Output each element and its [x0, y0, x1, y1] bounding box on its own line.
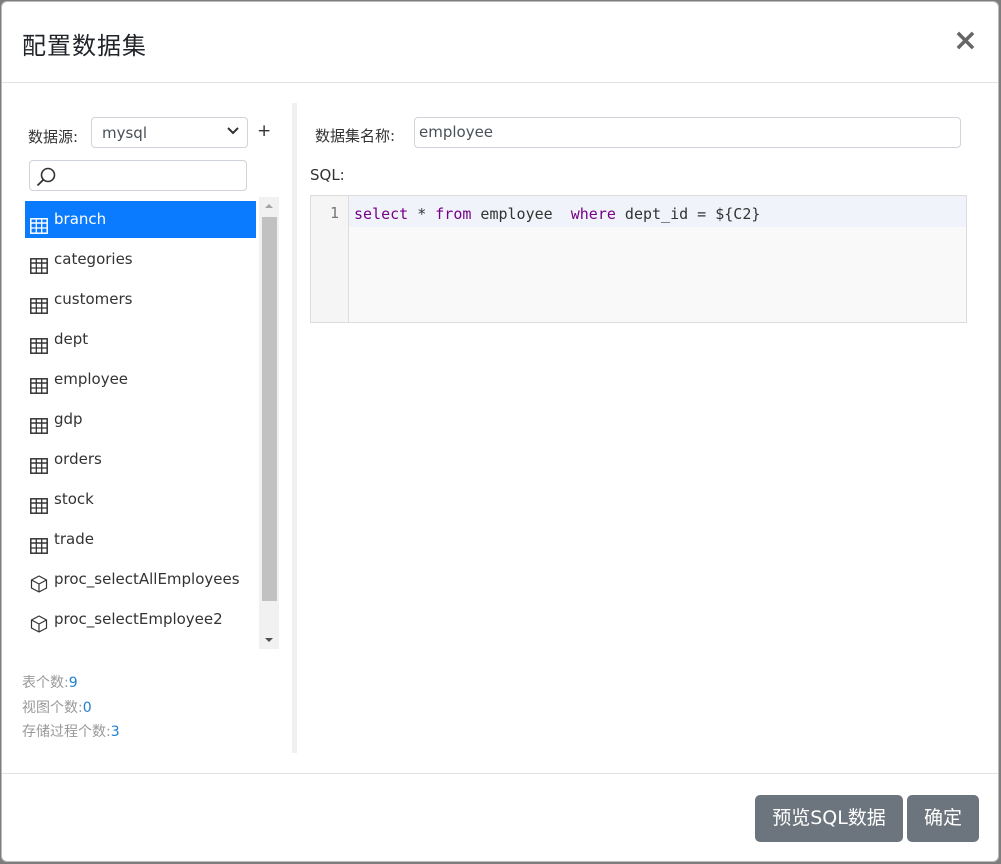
- configure-dataset-dialog: 配置数据集 × 数据源: mysql + branch categories cus…: [1, 1, 999, 862]
- search-icon: [36, 167, 56, 187]
- datasource-panel: 数据源: mysql + branch categories customers de…: [2, 83, 292, 773]
- datasource-select[interactable]: mysql: [91, 117, 248, 148]
- procedure-count-value: 3: [110, 724, 120, 740]
- sql-text: *: [408, 205, 436, 223]
- table-list-item[interactable]: branch: [25, 201, 256, 238]
- panel-divider[interactable]: [292, 103, 297, 753]
- table-icon: [30, 411, 48, 434]
- list-item-label: orders: [54, 450, 102, 468]
- list-item-label: trade: [54, 530, 94, 548]
- chevron-down-icon: [227, 127, 239, 135]
- table-list-item[interactable]: categories: [25, 241, 256, 278]
- procedure-count-row: 存储过程个数:3: [22, 720, 120, 745]
- preview-sql-data-button[interactable]: 预览SQL数据: [755, 795, 903, 842]
- datasource-selected-value: mysql: [102, 124, 147, 142]
- table-icon: [30, 211, 48, 234]
- table-list-item[interactable]: stock: [25, 481, 256, 518]
- scroll-up-arrow-icon[interactable]: [259, 197, 279, 215]
- add-datasource-button[interactable]: +: [257, 121, 271, 141]
- table-list: branch categories customers dept employee gdp…: [25, 201, 257, 649]
- list-item-label: gdp: [54, 410, 83, 428]
- sql-text: dept_id = ${C2}: [615, 205, 761, 223]
- table-list-item[interactable]: orders: [25, 441, 256, 478]
- list-item-label: employee: [54, 370, 129, 388]
- table-icon: [30, 331, 48, 354]
- dialog-footer: 预览SQL数据 确定: [2, 773, 998, 861]
- line-number: 1: [329, 204, 339, 222]
- table-list-item[interactable]: trade: [25, 521, 256, 558]
- datasource-label: 数据源:: [28, 128, 79, 146]
- dataset-name-label: 数据集名称:: [315, 127, 396, 145]
- table-icon: [30, 371, 48, 394]
- table-icon: [30, 251, 48, 274]
- dialog-header: 配置数据集 ×: [2, 2, 998, 83]
- sql-label: SQL:: [310, 166, 345, 184]
- list-item-label: proc_selectEmployee2: [54, 610, 223, 628]
- table-count-label: 表个数:: [22, 675, 69, 691]
- list-item-label: customers: [54, 290, 133, 308]
- table-count-value: 9: [68, 675, 78, 691]
- sql-keyword: select: [354, 205, 409, 223]
- cube-icon: [30, 570, 48, 593]
- sql-editor[interactable]: 1 select * from employee where dept_id =…: [310, 195, 967, 323]
- sql-keyword: where: [570, 205, 616, 223]
- sql-code-line[interactable]: select * from employee where dept_id = $…: [349, 196, 966, 227]
- list-item-label: branch: [54, 210, 107, 228]
- scroll-down-arrow-icon[interactable]: [259, 631, 279, 649]
- dataset-name-input[interactable]: employee: [414, 117, 961, 148]
- object-count-stats: 表个数:9 视图个数:0 存储过程个数:3: [22, 671, 120, 745]
- table-icon: [30, 451, 48, 474]
- line-number-gutter: 1: [311, 196, 349, 322]
- procedure-list-item[interactable]: proc_selectAllEmployees: [25, 561, 256, 598]
- table-count-row: 表个数:9: [22, 671, 120, 696]
- view-count-label: 视图个数:: [22, 699, 83, 716]
- scrollbar-thumb[interactable]: [262, 217, 277, 601]
- cube-icon: [30, 610, 48, 633]
- table-list-item[interactable]: gdp: [25, 401, 256, 438]
- view-count-row: 视图个数:0: [22, 696, 120, 721]
- table-icon: [30, 291, 48, 314]
- list-item-label: proc_selectAllEmployees: [54, 570, 240, 588]
- table-list-scrollbar[interactable]: [259, 197, 279, 649]
- table-icon: [30, 531, 48, 554]
- table-icon: [30, 491, 48, 514]
- close-icon[interactable]: ×: [953, 26, 978, 56]
- table-list-item[interactable]: customers: [25, 281, 256, 318]
- dataset-config-panel: 数据集名称: employee SQL: 1 select * from emp…: [302, 83, 982, 773]
- table-list-item[interactable]: employee: [25, 361, 256, 398]
- list-item-label: dept: [54, 330, 89, 348]
- list-item-label: categories: [54, 250, 133, 268]
- dialog-title: 配置数据集: [22, 32, 147, 60]
- sql-text: employee: [471, 205, 571, 223]
- table-search-input[interactable]: [29, 160, 247, 191]
- sql-keyword: from: [435, 205, 472, 223]
- confirm-button[interactable]: 确定: [907, 795, 979, 842]
- procedure-list-item[interactable]: proc_selectEmployee2: [25, 601, 256, 638]
- view-count-value: 0: [82, 699, 92, 716]
- list-item-label: stock: [54, 490, 94, 508]
- table-list-item[interactable]: dept: [25, 321, 256, 358]
- procedure-count-label: 存储过程个数:: [22, 724, 111, 740]
